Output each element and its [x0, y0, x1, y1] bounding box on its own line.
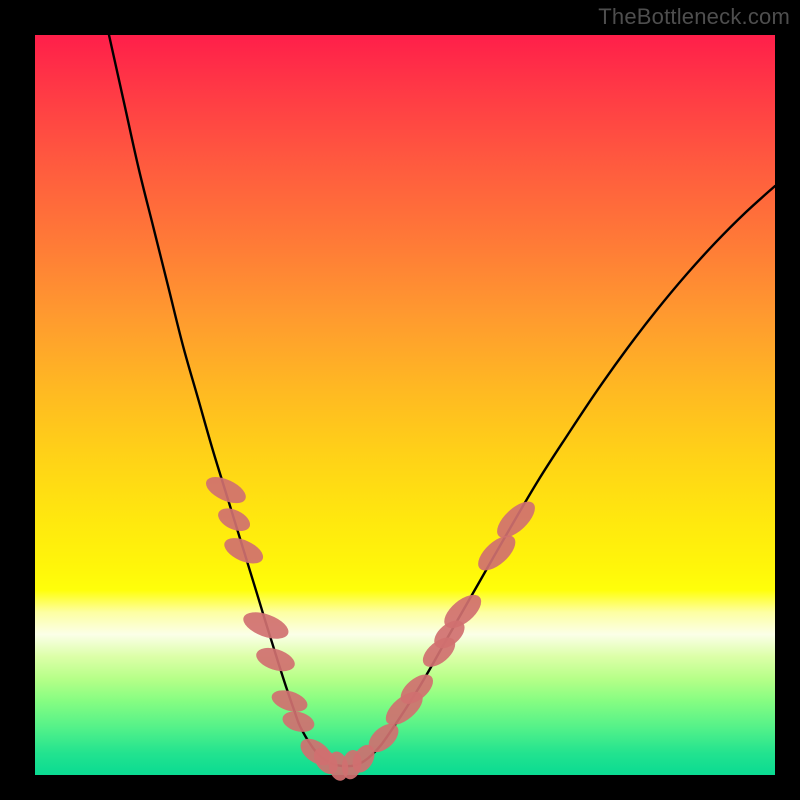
curve-bead: [280, 708, 316, 735]
curve-bead: [240, 607, 292, 644]
curve-bead: [202, 472, 250, 509]
curve-bead: [221, 533, 267, 569]
chart-plot-area: [35, 35, 775, 775]
chart-svg: [35, 35, 775, 775]
curve-bead: [472, 529, 521, 576]
curve-bead: [253, 644, 297, 676]
curve-bead: [491, 495, 541, 544]
curve-beads-group: [202, 472, 541, 783]
watermark-text: TheBottleneck.com: [598, 4, 790, 30]
curve-bead: [215, 504, 254, 536]
curve-bead: [269, 686, 310, 715]
chart-frame: TheBottleneck.com: [0, 0, 800, 800]
